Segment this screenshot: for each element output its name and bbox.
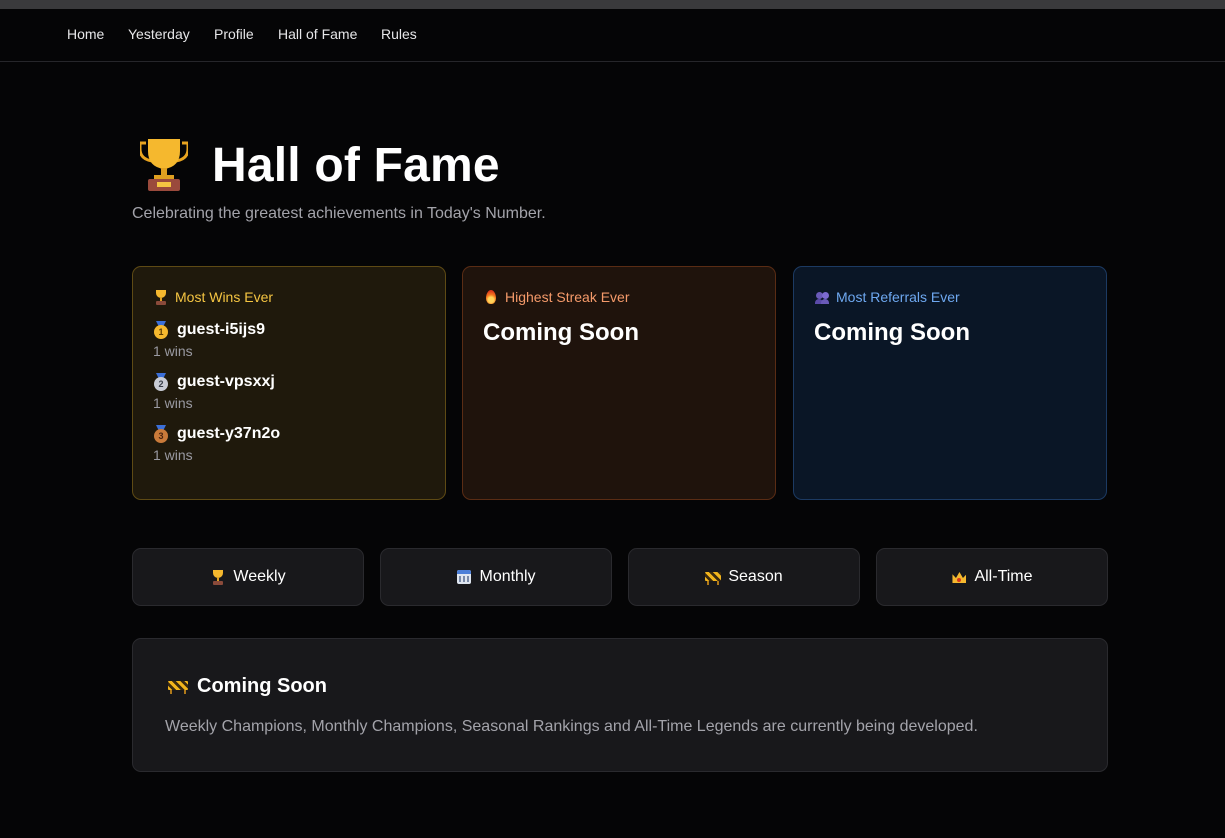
nav-profile-link[interactable]: Profile — [214, 26, 254, 42]
wins-count: 1 wins — [153, 447, 193, 463]
top-navigation: Home Yesterday Profile Hall of Fame Rule… — [0, 9, 1225, 62]
nav-rules-link[interactable]: Rules — [381, 26, 417, 42]
card-header: Most Referrals Ever — [814, 289, 1086, 305]
people-icon — [814, 289, 830, 305]
list-item: 3 guest-y37n2o 1 wins — [153, 423, 425, 463]
nav-home-link[interactable]: Home — [67, 26, 104, 42]
wins-count: 1 wins — [153, 343, 193, 359]
trophy-icon — [153, 289, 169, 305]
panel-title: Coming Soon — [197, 675, 327, 697]
calendar-icon — [456, 569, 472, 585]
tab-weekly[interactable]: Weekly — [132, 548, 364, 606]
trophy-icon — [138, 137, 190, 193]
card-header: Most Wins Ever — [153, 289, 425, 305]
nav-hall-of-fame-link[interactable]: Hall of Fame — [278, 26, 357, 42]
construction-icon — [168, 678, 188, 696]
player-name[interactable]: guest-vpsxxj — [177, 373, 275, 391]
card-title: Highest Streak Ever — [505, 289, 630, 305]
crown-icon — [951, 569, 967, 585]
page-title: Hall of Fame — [212, 138, 500, 192]
trophy-icon — [210, 569, 226, 585]
window-top-strip — [0, 0, 1225, 9]
tab-all-time[interactable]: All-Time — [876, 548, 1108, 606]
gold-medal-icon: 1 — [153, 321, 169, 339]
player-name[interactable]: guest-i5ijs9 — [177, 321, 265, 339]
highest-streak-card: Highest Streak Ever Coming Soon — [462, 266, 776, 500]
wins-count: 1 wins — [153, 395, 193, 411]
coming-soon-text: Coming Soon — [483, 319, 639, 346]
panel-description: Weekly Champions, Monthly Champions, Sea… — [165, 718, 978, 735]
coming-soon-panel: Coming Soon Weekly Champions, Monthly Ch… — [132, 638, 1108, 772]
silver-medal-icon: 2 — [153, 373, 169, 391]
tab-label: Season — [728, 568, 783, 585]
fire-icon — [483, 289, 499, 305]
page-subtitle: Celebrating the greatest achievements in… — [132, 205, 546, 222]
card-title: Most Referrals Ever — [836, 289, 960, 305]
bronze-medal-icon: 3 — [153, 425, 169, 443]
tab-label: All-Time — [974, 568, 1033, 585]
tab-season[interactable]: Season — [628, 548, 860, 606]
list-item: 1 guest-i5ijs9 1 wins — [153, 319, 425, 359]
page-header: Hall of Fame — [138, 135, 500, 195]
list-item: 2 guest-vpsxxj 1 wins — [153, 371, 425, 411]
card-title: Most Wins Ever — [175, 289, 274, 305]
construction-icon — [705, 569, 722, 585]
player-name[interactable]: guest-y37n2o — [177, 425, 280, 443]
most-wins-card: Most Wins Ever 1 guest-i5ijs9 1 wins 2 g… — [132, 266, 446, 500]
tab-label: Monthly — [479, 568, 536, 585]
card-header: Highest Streak Ever — [483, 289, 755, 305]
panel-header: Coming Soon — [168, 675, 327, 698]
tab-label: Weekly — [233, 568, 286, 585]
most-referrals-card: Most Referrals Ever Coming Soon — [793, 266, 1107, 500]
nav-yesterday-link[interactable]: Yesterday — [128, 26, 190, 42]
tab-monthly[interactable]: Monthly — [380, 548, 612, 606]
coming-soon-text: Coming Soon — [814, 319, 970, 346]
